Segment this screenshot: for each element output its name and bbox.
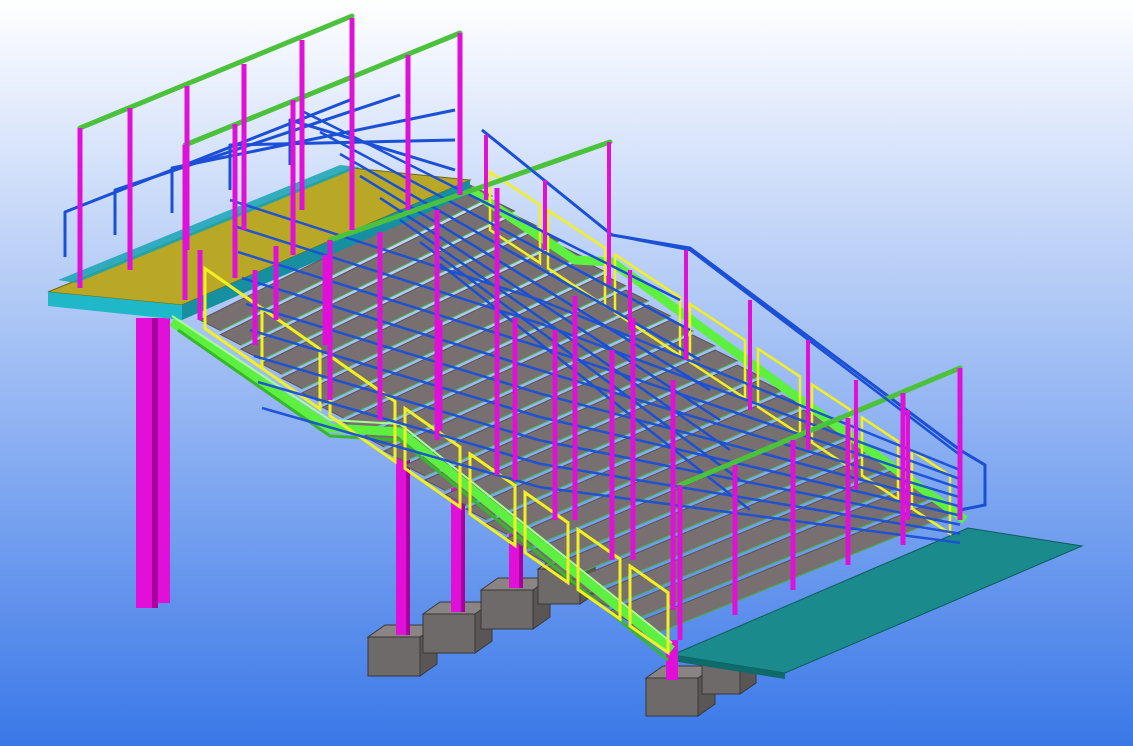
3d-model-viewport[interactable] bbox=[0, 0, 1133, 746]
staircase-model-view[interactable] bbox=[0, 0, 1133, 746]
support-column-edge bbox=[406, 445, 410, 635]
landing-support-column bbox=[136, 318, 170, 608]
